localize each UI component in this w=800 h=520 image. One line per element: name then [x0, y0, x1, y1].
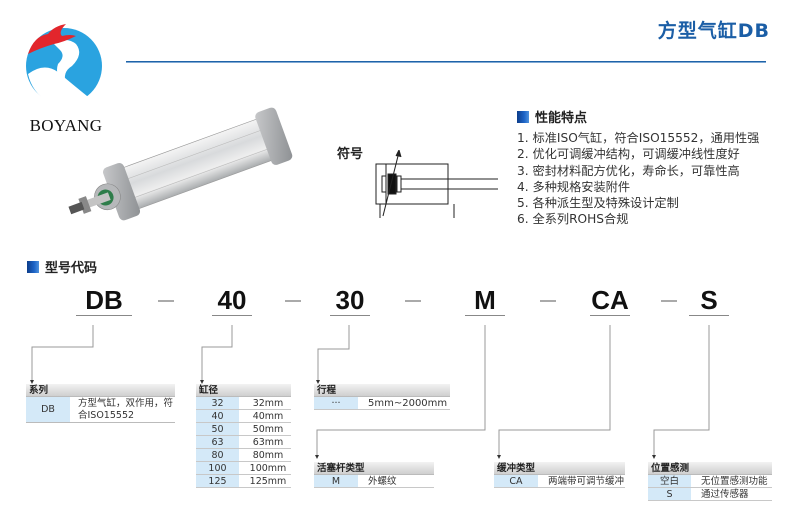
page-title: 方型气缸DB [657, 20, 770, 42]
feature-item: 6. 全系列ROHS合规 [517, 212, 629, 227]
sensor-code: 空白 [648, 475, 691, 487]
rod-desc: 外螺纹 [368, 476, 397, 487]
series-table-title: 系列 [26, 384, 175, 397]
stroke-code: ··· [314, 397, 358, 409]
cushion-table: 缓冲类型 CA 两端带可调节缓冲 [494, 462, 625, 488]
rod-table-title: 活塞杆类型 [314, 462, 434, 475]
arrow-icon [315, 455, 319, 459]
code-separator [285, 300, 301, 302]
arrow-icon [497, 455, 501, 459]
sensor-table-title: 位置感测 [648, 462, 772, 475]
bore-code: 32 [196, 397, 239, 409]
section-marker-icon [27, 260, 39, 273]
cushion-table-title: 缓冲类型 [494, 462, 625, 475]
bore-code: 50 [196, 423, 239, 435]
model-code-heading-text: 型号代码 [45, 261, 98, 276]
cylinder-product-image [68, 107, 293, 221]
bore-code: 100 [196, 462, 239, 474]
code-separator [158, 300, 174, 302]
bore-desc: 80mm [252, 450, 284, 461]
bore-table-title: 缸径 [196, 384, 291, 397]
connector-stroke [317, 325, 350, 380]
bore-code: 40 [196, 410, 239, 422]
bore-desc: 50mm [252, 424, 284, 435]
code-part-sensor: S [689, 285, 729, 316]
table-row: 100 100mm [196, 462, 291, 475]
symbol-label: 符号 [337, 147, 364, 162]
bore-table: 缸径 32 32mm 40 40mm 50 50mm 63 63mm 80 80mm 100 100m… [196, 384, 291, 488]
pneumatic-symbol-icon [375, 150, 498, 218]
feature-item: 4. 多种规格安装附件 [517, 179, 631, 194]
table-row: 32 32mm [196, 397, 291, 410]
section-marker-icon [517, 110, 529, 123]
code-part-rod: M [465, 285, 505, 316]
code-part-stroke: 30 [330, 285, 370, 316]
table-row: 125 125mm [196, 475, 291, 488]
arrow-icon [652, 455, 656, 459]
bore-code: 63 [196, 436, 239, 448]
sensor-desc: 无位置感测功能 [701, 476, 768, 487]
table-row: 63 63mm [196, 436, 291, 449]
table-row: M 外螺纹 [314, 475, 434, 488]
rod-code: M [314, 475, 358, 487]
connector-lines [30, 325, 710, 459]
cushion-desc: 两端带可调节缓冲 [548, 476, 625, 487]
series-code: DB [26, 397, 70, 422]
sensor-table: 位置感测 空白 无位置感测功能 S 通过传感器 [648, 462, 772, 501]
cushion-code: CA [494, 475, 538, 487]
table-row: ··· 5mm~2000mm [314, 397, 450, 410]
feature-item: 2. 优化可调缓冲结构，可调缓冲线性度好 [517, 147, 740, 162]
sensor-code: S [648, 488, 691, 500]
bore-desc: 125mm [249, 476, 287, 487]
connector-series [31, 325, 94, 380]
bore-desc: 40mm [252, 411, 284, 422]
sensor-desc: 通过传感器 [701, 489, 749, 500]
feature-item: 3. 密封材料配方优化，寿命长，可靠性高 [517, 163, 740, 178]
table-row: CA 两端带可调节缓冲 [494, 475, 625, 488]
code-separator [540, 300, 556, 302]
bore-desc: 32mm [252, 398, 284, 409]
bore-desc: 100mm [249, 463, 287, 474]
feature-item: 1. 标准ISO气缸，符合ISO15552，通用性强 [517, 131, 760, 145]
feature-item: 5. 各种派生型及特殊设计定制 [517, 196, 679, 211]
series-desc: 方型气缸，双作用，符合ISO15552 [78, 398, 174, 421]
connector-sensor [653, 325, 710, 455]
table-row: DB 方型气缸，双作用，符合ISO15552 [26, 397, 175, 423]
code-separator [661, 300, 677, 302]
features-list: 1. 标准ISO气缸，符合ISO15552，通用性强 2. 优化可调缓冲结构，可… [517, 130, 759, 228]
code-part-bore: 40 [212, 285, 252, 316]
bore-code: 125 [196, 475, 239, 487]
code-part-series: DB [76, 285, 132, 316]
connector-cushion [498, 325, 611, 455]
bore-desc: 63mm [252, 437, 284, 448]
rod-table: 活塞杆类型 M 外螺纹 [314, 462, 434, 488]
code-separator [405, 300, 421, 302]
table-row: 空白 无位置感测功能 [648, 475, 772, 488]
header-divider [126, 61, 766, 63]
table-row: 80 80mm [196, 449, 291, 462]
code-part-cushion: CA [590, 285, 630, 316]
stroke-table-title: 行程 [314, 384, 450, 397]
model-code-heading: 型号代码 [27, 257, 97, 276]
series-table: 系列 DB 方型气缸，双作用，符合ISO15552 [26, 384, 175, 423]
table-row: S 通过传感器 [648, 488, 772, 501]
features-heading: 性能特点 [517, 107, 587, 126]
connector-bore [201, 325, 233, 380]
table-row: 50 50mm [196, 423, 291, 436]
features-heading-text: 性能特点 [535, 111, 588, 126]
stroke-desc: 5mm~2000mm [368, 398, 448, 409]
bore-code: 80 [196, 449, 239, 461]
stroke-table: 行程 ··· 5mm~2000mm [314, 384, 450, 410]
table-row: 40 40mm [196, 410, 291, 423]
